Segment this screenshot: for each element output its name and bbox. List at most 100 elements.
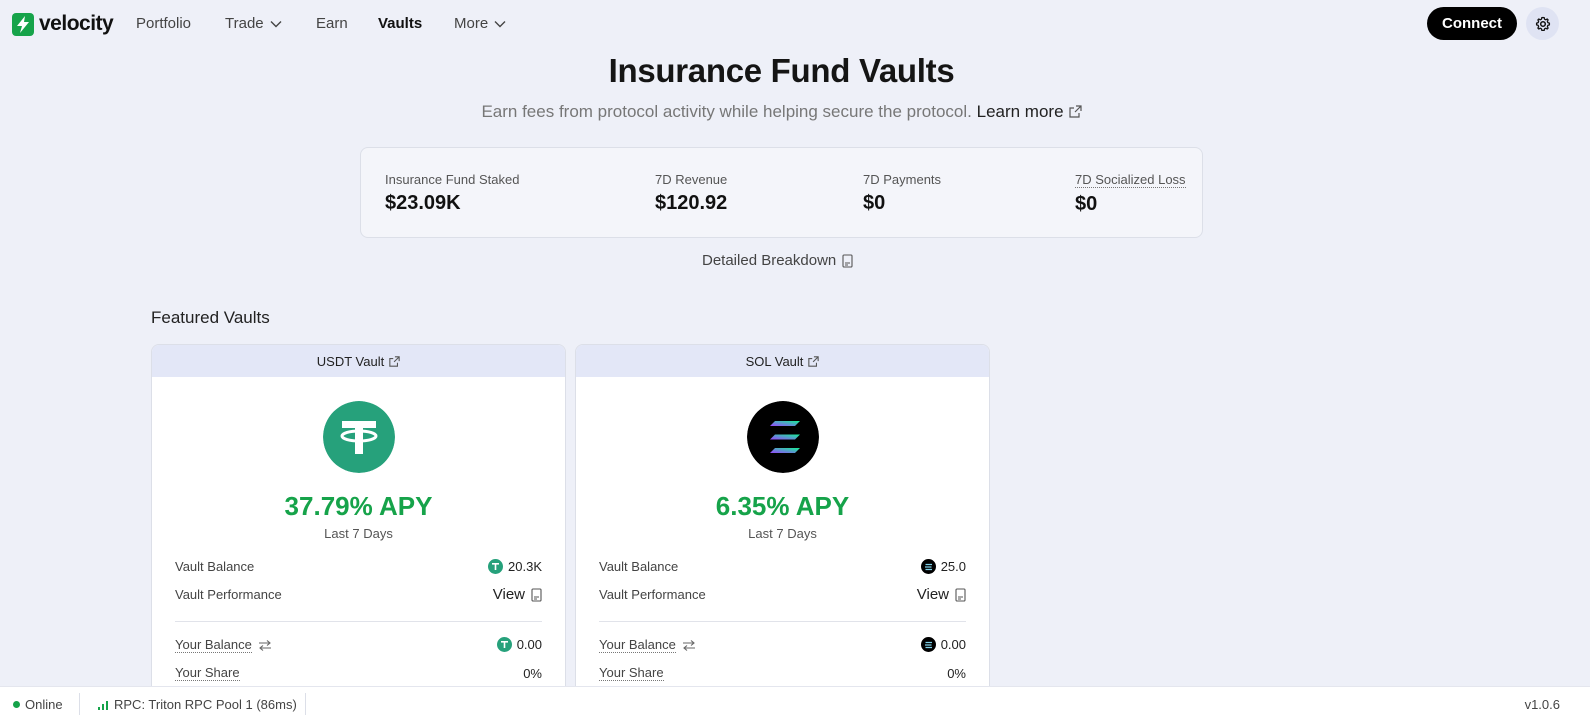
vault-apy: 37.79% APY xyxy=(284,491,433,521)
vault-performance-view-link[interactable]: View xyxy=(493,586,542,603)
vault-balance-row: Vault Balance 25.0 xyxy=(599,559,966,574)
insurance-stats-card: Insurance Fund Staked $23.09K 7D Revenue… xyxy=(360,147,1203,238)
stat-label-tooltip[interactable]: 7D Socialized Loss xyxy=(1075,172,1186,188)
stat-7d-payments: 7D Payments $0 xyxy=(863,172,941,215)
your-share-label[interactable]: Your Share xyxy=(175,665,240,681)
vault-balance-value: 20.3K xyxy=(488,559,542,574)
divider xyxy=(599,621,966,622)
gear-icon xyxy=(1535,16,1550,31)
detailed-breakdown-link[interactable]: Detailed Breakdown xyxy=(702,252,853,269)
vault-performance-label: Vault Performance xyxy=(175,587,282,602)
vault-apy-period: Last 7 Days xyxy=(324,526,393,541)
document-icon xyxy=(842,253,853,268)
vault-card-sol[interactable]: SOL Vault 6.35% APY Last 7 Days Vault Ba… xyxy=(575,344,990,694)
learn-more-link[interactable]: Learn more xyxy=(977,102,1082,121)
your-balance-value: 0.00 xyxy=(496,637,542,652)
vault-apy-period: Last 7 Days xyxy=(748,526,817,541)
divider xyxy=(305,693,306,715)
top-navigation-bar: velocity Portfolio Trade Earn Vaults Mor… xyxy=(0,0,1590,47)
your-share-row: Your Share 0% xyxy=(175,665,542,681)
featured-vaults-heading: Featured Vaults xyxy=(151,308,270,327)
vault-header-link[interactable]: SOL Vault xyxy=(576,345,989,377)
your-share-value: 0% xyxy=(947,665,966,681)
learn-more-label: Learn more xyxy=(976,102,1064,121)
your-balance-label-wrap[interactable]: Your Balance xyxy=(599,637,696,653)
online-dot-icon xyxy=(13,701,20,708)
usdt-icon xyxy=(496,637,512,652)
vault-balance-label: Vault Balance xyxy=(599,559,679,574)
your-share-row: Your Share 0% xyxy=(599,665,966,681)
vault-balance-amount: 25.0 xyxy=(940,559,966,574)
nav-trade[interactable]: Trade xyxy=(225,15,282,32)
vault-header-link[interactable]: USDT Vault xyxy=(152,345,565,377)
vault-title: USDT Vault xyxy=(316,353,385,369)
vault-performance-label: Vault Performance xyxy=(599,587,706,602)
your-share-label[interactable]: Your Share xyxy=(599,665,664,681)
swap-arrows-icon xyxy=(682,640,695,651)
nav-portfolio-label: Portfolio xyxy=(136,15,192,32)
external-link-icon xyxy=(389,355,400,367)
your-balance-label-wrap[interactable]: Your Balance xyxy=(175,637,272,653)
document-icon xyxy=(531,587,542,602)
nav-earn[interactable]: Earn xyxy=(316,15,348,32)
online-label: Online xyxy=(25,697,63,712)
sol-icon xyxy=(920,559,936,574)
your-balance-amount: 0.00 xyxy=(940,637,966,652)
stat-value: $23.09K xyxy=(385,192,461,214)
chevron-down-icon xyxy=(494,20,506,27)
vault-performance-row: Vault Performance View xyxy=(599,586,966,603)
vault-apy: 6.35% APY xyxy=(715,491,850,521)
settings-button[interactable] xyxy=(1526,7,1559,40)
divider xyxy=(175,621,542,622)
page-title: Insurance Fund Vaults xyxy=(608,52,955,89)
stat-7d-revenue: 7D Revenue $120.92 xyxy=(655,172,727,215)
view-label: View xyxy=(916,586,949,603)
your-balance-amount: 0.00 xyxy=(516,637,542,652)
connect-wallet-button[interactable]: Connect xyxy=(1427,7,1517,40)
your-balance-label: Your Balance xyxy=(175,637,252,653)
nav-earn-label: Earn xyxy=(316,15,348,32)
your-balance-row: Your Balance 0.00 xyxy=(175,637,542,653)
divider xyxy=(79,693,80,715)
view-label: View xyxy=(492,586,525,603)
swap-arrows-icon xyxy=(258,640,271,651)
vault-balance-amount: 20.3K xyxy=(508,559,542,574)
app-version: v1.0.6 xyxy=(1524,697,1560,712)
subtitle-text: Earn fees from protocol activity while h… xyxy=(481,102,972,121)
nav-more[interactable]: More xyxy=(454,15,506,32)
brand-logo[interactable]: velocity xyxy=(12,12,114,36)
nav-vaults-label: Vaults xyxy=(378,15,423,32)
rpc-label: RPC: Triton RPC Pool 1 (86ms) xyxy=(114,697,297,712)
page-subtitle: Earn fees from protocol activity while h… xyxy=(0,102,1563,122)
your-balance-row: Your Balance 0.00 xyxy=(599,637,966,653)
connection-status: Online xyxy=(13,697,63,712)
your-balance-label: Your Balance xyxy=(599,637,676,653)
status-bar: Online RPC: Triton RPC Pool 1 (86ms) v1.… xyxy=(0,686,1590,721)
vault-performance-row: Vault Performance View xyxy=(175,586,542,603)
nav-portfolio[interactable]: Portfolio xyxy=(136,15,191,32)
vault-balance-label: Vault Balance xyxy=(175,559,255,574)
vault-card-usdt[interactable]: USDT Vault 37.79% APY Last 7 Days Vault … xyxy=(151,344,566,694)
usdt-icon xyxy=(323,401,395,473)
stat-value: $0 xyxy=(863,192,886,214)
external-link-icon xyxy=(1068,105,1082,118)
vault-performance-view-link[interactable]: View xyxy=(917,586,966,603)
vault-title: SOL Vault xyxy=(745,353,804,369)
stat-7d-socialized-loss: 7D Socialized Loss $0 xyxy=(1075,172,1186,216)
stat-label: 7D Payments xyxy=(863,172,942,187)
stat-value: $120.92 xyxy=(655,192,728,214)
signal-bars-icon xyxy=(98,700,108,710)
your-balance-value: 0.00 xyxy=(920,637,966,652)
your-share-value: 0% xyxy=(523,665,542,681)
vault-balance-value: 25.0 xyxy=(920,559,966,574)
sol-icon xyxy=(747,401,819,473)
nav-vaults[interactable]: Vaults xyxy=(378,15,422,32)
usdt-icon xyxy=(488,559,504,574)
sol-icon xyxy=(920,637,936,652)
stat-value: $0 xyxy=(1075,193,1098,215)
nav-trade-label: Trade xyxy=(225,15,264,32)
vault-balance-row: Vault Balance 20.3K xyxy=(175,559,542,574)
external-link-icon xyxy=(808,355,820,367)
rpc-selector[interactable]: RPC: Triton RPC Pool 1 (86ms) xyxy=(98,697,297,712)
brand-name: velocity xyxy=(39,12,114,35)
